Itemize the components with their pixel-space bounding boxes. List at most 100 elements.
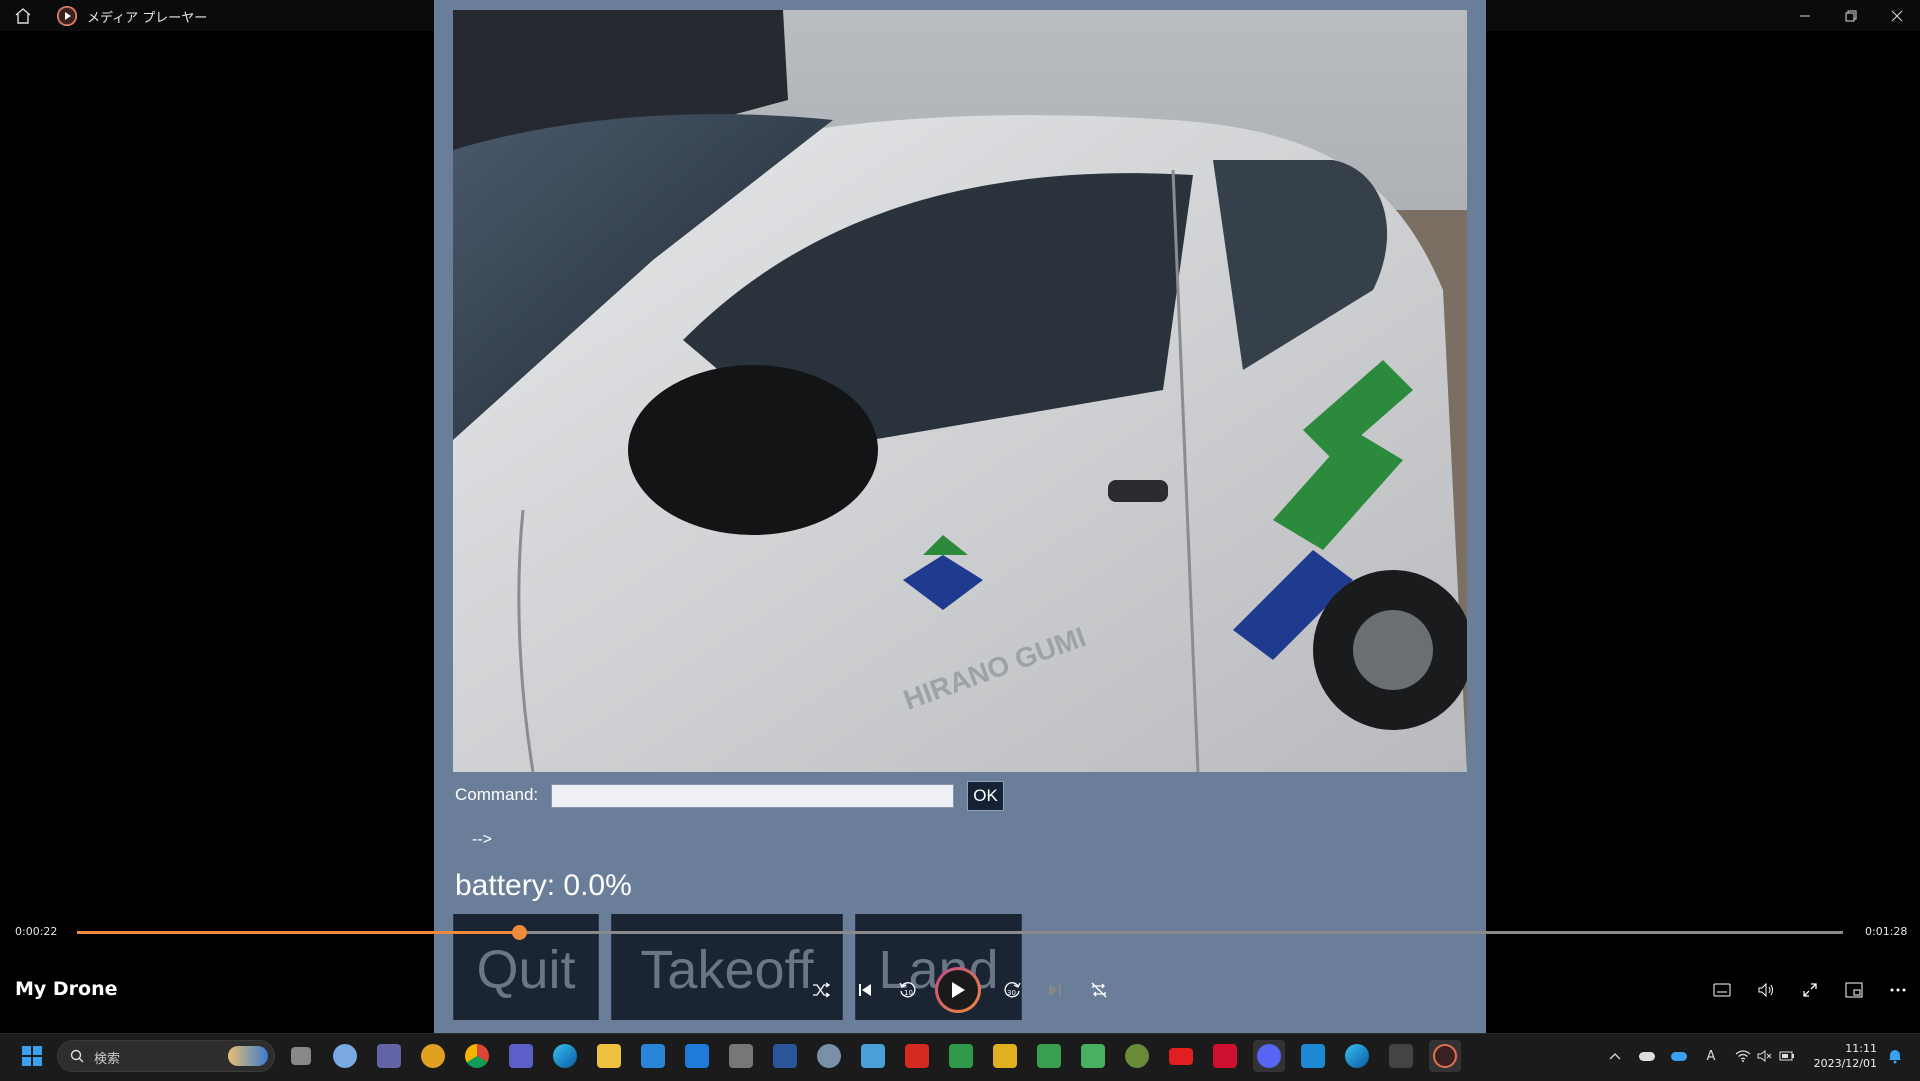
teams-icon [509,1044,533,1068]
current-time: 0:00:22 [15,925,58,938]
previous-button[interactable] [850,975,880,1005]
vscode-icon [1301,1044,1325,1068]
more-icon [1890,988,1906,992]
battery-tray[interactable] [1777,1046,1797,1066]
snipping-icon [729,1044,753,1068]
calc-app-button[interactable] [945,1040,977,1072]
minimize-icon [1800,15,1810,16]
ime-indicator[interactable]: A [1701,1046,1721,1066]
volume-status[interactable] [1755,1046,1775,1066]
teams-chat-button[interactable] [373,1040,405,1072]
teams-button[interactable] [505,1040,537,1072]
volume-button[interactable] [1751,975,1781,1005]
app-green2-button[interactable] [1077,1040,1109,1072]
media-title: My Drone [15,978,118,1000]
close-icon [1891,10,1903,21]
task-view-button[interactable] [285,1040,317,1072]
repeat-icon [1091,982,1107,998]
volume-icon [1758,982,1773,998]
discord-button[interactable] [1253,1040,1285,1072]
discord-icon [1257,1044,1281,1068]
app-tool-icon [1125,1044,1149,1068]
wifi-status[interactable] [1733,1046,1753,1066]
fullscreen-icon [1803,983,1817,997]
windows-logo-icon [22,1046,42,1066]
repeat-button[interactable] [1084,975,1114,1005]
onedrive-personal[interactable] [1637,1046,1657,1066]
weather-widget[interactable] [329,1040,361,1072]
edge-button[interactable] [549,1040,581,1072]
clock[interactable]: 11:11 2023/12/01 [1812,1041,1877,1071]
speaker-muted-icon [1757,1050,1772,1062]
show-hidden-icons-button[interactable] [1605,1046,1625,1066]
yahoo-icon [1213,1044,1237,1068]
chrome-canary-button[interactable] [417,1040,449,1072]
mail-button[interactable] [681,1040,713,1072]
chrome-button[interactable] [461,1040,493,1072]
more-button[interactable] [1883,975,1913,1005]
subtitles-button[interactable] [1707,975,1737,1005]
edge-dev-button[interactable] [1341,1040,1373,1072]
remote-desktop-icon [861,1044,885,1068]
restore-button[interactable] [1828,0,1874,31]
media-player-taskbar-button[interactable] [1429,1040,1461,1072]
word-icon [773,1044,797,1068]
next-button[interactable] [1040,975,1070,1005]
app-yellow-icon [993,1044,1017,1068]
clock-date: 2023/12/01 [1813,1057,1877,1070]
terminal-button[interactable] [1385,1040,1417,1072]
next-icon [1049,984,1061,996]
rewind-10-button[interactable]: 10 [893,975,923,1005]
miniplayer-button[interactable] [1839,975,1869,1005]
acrobat-icon [905,1044,929,1068]
svg-text:30: 30 [1007,989,1016,997]
app-yellow-button[interactable] [989,1040,1021,1072]
shuffle-button[interactable] [806,975,836,1005]
task-view-icon [291,1047,311,1065]
acrobat-button[interactable] [901,1040,933,1072]
home-icon[interactable] [13,6,33,26]
folder-icon [597,1044,621,1068]
fullscreen-button[interactable] [1795,975,1825,1005]
vscode-button[interactable] [1297,1040,1329,1072]
play-button[interactable] [935,967,981,1013]
store-icon [641,1044,665,1068]
app-green-button[interactable] [1033,1040,1065,1072]
clock-time: 11:11 [1845,1042,1877,1055]
word-button[interactable] [769,1040,801,1072]
app-tool-button[interactable] [1121,1040,1153,1072]
app-green-icon [1037,1044,1061,1068]
command-label: Command: [455,785,539,804]
chevron-up-icon [1609,1053,1621,1060]
snipping-tool-button[interactable] [725,1040,757,1072]
miniplayer-icon [1845,982,1863,998]
app-logo-icon [57,6,77,26]
onedrive-business[interactable] [1669,1046,1689,1066]
command-input[interactable] [551,784,954,808]
notifications-button[interactable] [1885,1046,1905,1066]
remote-desktop-button[interactable] [857,1040,889,1072]
seek-thumb[interactable] [511,925,527,940]
youtube-icon [1169,1047,1193,1065]
chrome-icon [465,1044,489,1068]
taskbar-search[interactable]: 検索 [57,1040,275,1072]
teams-chat-icon [377,1044,401,1068]
settings-button[interactable] [813,1040,845,1072]
rewind-10-icon: 10 [899,982,916,998]
youtube-button[interactable] [1165,1040,1197,1072]
file-explorer-button[interactable] [593,1040,625,1072]
search-icon [70,1049,84,1063]
calc-app-icon [949,1044,973,1068]
store-button[interactable] [637,1040,669,1072]
play-icon [952,982,965,998]
minimize-button[interactable] [1782,0,1828,31]
media-player-icon [1433,1044,1457,1068]
yahoo-button[interactable] [1209,1040,1241,1072]
start-button[interactable] [16,1040,48,1072]
wifi-icon [1735,1050,1751,1062]
ok-button[interactable]: OK [967,781,1004,811]
close-button[interactable] [1874,0,1920,31]
forward-30-button[interactable]: 30 [997,975,1027,1005]
camera-feed-image: HIRANO GUMI [453,10,1467,772]
app-green2-icon [1081,1044,1105,1068]
